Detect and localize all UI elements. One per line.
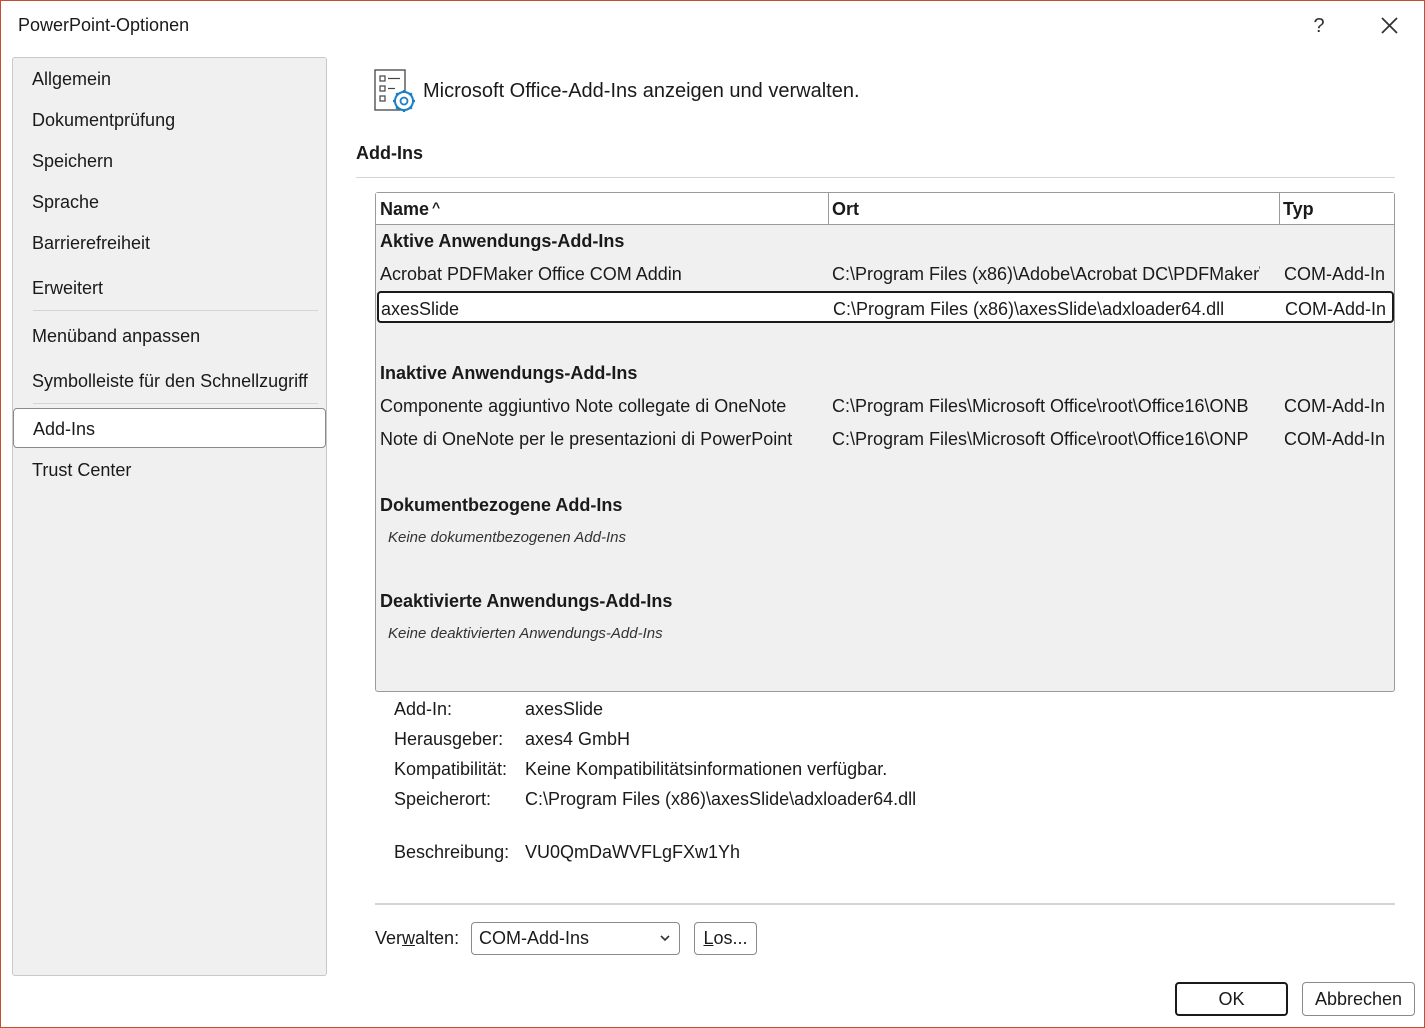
column-header-location[interactable]: Ort [828,193,1279,224]
sidebar-divider [33,403,318,404]
sidebar-item-speichern[interactable]: Speichern [13,141,326,181]
window-title: PowerPoint-Optionen [18,15,190,35]
addin-location: C:\Program Files\Microsoft Office\root\O… [832,429,1249,449]
addin-location: C:\Program Files (x86)\axesSlide\adxload… [833,299,1225,319]
group-title-active: Aktive Anwendungs-Add-Ins [380,231,625,251]
manage-dropdown[interactable]: COM-Add-Ins [471,922,680,955]
empty-note-document: Keine dokumentbezogenen Add-Ins [388,529,626,546]
detail-value-publisher: axes4 GmbH [525,729,631,749]
options-sidebar: Allgemein Dokumentprüfung Speichern Spra… [12,57,327,976]
detail-value-location: C:\Program Files (x86)\axesSlide\adxload… [525,789,917,809]
addin-type: COM-Add-In [1285,299,1387,319]
empty-note-disabled: Keine deaktivierten Anwendungs-Add-Ins [388,625,663,642]
group-title-disabled: Deaktivierte Anwendungs-Add-Ins [380,591,673,611]
detail-value-compatibility: Keine Kompatibilitätsinformationen verfü… [525,759,888,779]
column-header-name[interactable]: Name ^ [376,193,828,224]
sidebar-item-sprache[interactable]: Sprache [13,182,326,222]
manage-label: Verwalten: [375,928,460,948]
sidebar-item-allgemein[interactable]: Allgemein [13,59,326,99]
chevron-down-icon [659,923,671,964]
table-row[interactable]: Acrobat PDFMaker Office COM Addin C:\Pro… [376,258,1394,290]
options-dialog: PowerPoint-Optionen ? Allgemein Dokument… [0,0,1425,1028]
close-button[interactable] [1373,11,1405,41]
section-divider [356,177,1395,178]
bottom-divider [375,903,1395,905]
group-title-document: Dokumentbezogene Add-Ins [380,495,623,515]
addin-name: Note di OneNote per le presentazioni di … [380,429,793,449]
close-icon [1381,17,1398,34]
addin-location: C:\Program Files (x86)\Adobe\Acrobat DC\… [832,264,1260,284]
detail-label-description: Beschreibung: [394,842,510,862]
go-button[interactable]: Los... [694,922,757,955]
sidebar-item-menueband[interactable]: Menüband anpassen [13,316,326,356]
addin-name: axesSlide [381,299,460,319]
addins-list[interactable]: Name ^ Ort Typ Aktive Anwendungs-Add-Ins … [375,192,1395,692]
section-title-addins: Add-Ins [356,143,423,163]
sort-ascending-icon: ^ [432,199,441,215]
addin-type: COM-Add-In [1284,396,1386,416]
column-header-type[interactable]: Typ [1279,193,1394,224]
sidebar-divider [33,310,318,311]
detail-value-description: VU0QmDaWVFLgFXw1Yh [525,842,741,862]
addin-type: COM-Add-In [1284,429,1386,449]
sidebar-item-dokumentpruefung[interactable]: Dokumentprüfung [13,100,326,140]
table-header: Name ^ Ort Typ [376,193,1394,225]
sidebar-item-addins[interactable]: Add-Ins [13,408,326,448]
addin-name: Componente aggiuntivo Note collegate di … [380,396,787,416]
detail-value-addin: axesSlide [525,699,604,719]
table-row-selected[interactable]: axesSlide C:\Program Files (x86)\axesSli… [377,291,1394,323]
cancel-button[interactable]: Abbrechen [1302,982,1415,1016]
page-heading: Microsoft Office-Add-Ins anzeigen und ve… [423,80,860,102]
ok-button[interactable]: OK [1175,982,1288,1016]
addins-settings-icon [373,69,419,115]
detail-label-addin: Add-In: [394,699,453,719]
sidebar-item-barrierefreiheit[interactable]: Barrierefreiheit [13,223,326,263]
detail-label-location: Speicherort: [394,789,492,809]
table-row[interactable]: Componente aggiuntivo Note collegate di … [376,390,1394,422]
help-button[interactable]: ? [1304,11,1334,41]
sidebar-item-erweitert[interactable]: Erweitert [13,268,326,308]
sidebar-item-trust-center[interactable]: Trust Center [13,450,326,490]
sidebar-item-schnellzugriff[interactable]: Symbolleiste für den Schnellzugriff [13,361,326,401]
addin-name: Acrobat PDFMaker Office COM Addin [380,264,682,284]
addin-type: COM-Add-In [1284,264,1386,284]
group-title-inactive: Inaktive Anwendungs-Add-Ins [380,363,638,383]
manage-dropdown-value: COM-Add-Ins [479,928,590,948]
detail-label-compatibility: Kompatibilität: [394,759,508,779]
table-row[interactable]: Note di OneNote per le presentazioni di … [376,423,1394,455]
addin-location: C:\Program Files\Microsoft Office\root\O… [832,396,1249,416]
detail-label-publisher: Herausgeber: [394,729,504,749]
